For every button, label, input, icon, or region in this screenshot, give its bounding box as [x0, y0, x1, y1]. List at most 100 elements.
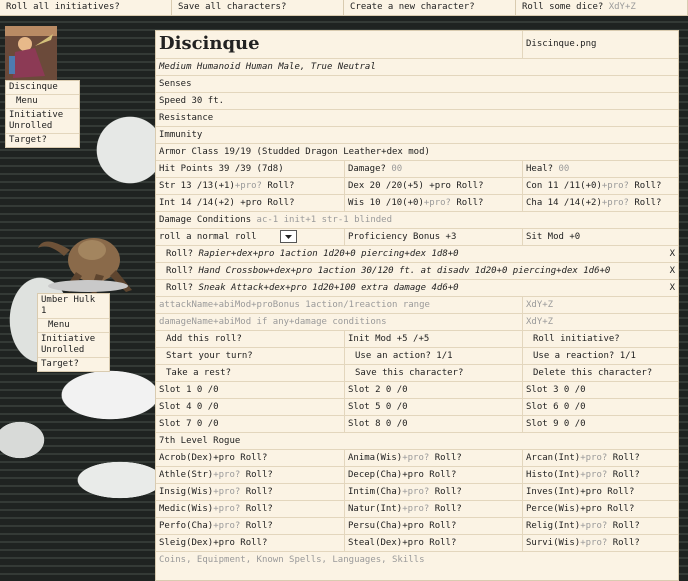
- skill-roll-button[interactable]: Roll?: [613, 453, 640, 463]
- skill-roll-button[interactable]: Roll?: [435, 453, 462, 463]
- skill-proficiency-toggle[interactable]: +pro?: [402, 487, 429, 497]
- new-damage-input[interactable]: damageName+abiMod if any+damage conditio…: [156, 314, 523, 330]
- proficiency-toggle[interactable]: +pro: [240, 198, 262, 208]
- spell-slot[interactable]: Slot 5 0 /0: [345, 399, 523, 415]
- ability-score[interactable]: Cha 14 /14(+2): [526, 198, 602, 208]
- attack-roll-button[interactable]: Roll?: [166, 283, 193, 293]
- situational-modifier[interactable]: Sit Mod +0: [523, 229, 678, 245]
- roll-mode-select[interactable]: roll a normal roll: [156, 229, 345, 245]
- armor-class-field[interactable]: Armor Class 19/19 (Studded Dragon Leathe…: [156, 144, 678, 160]
- skill-proficiency-toggle[interactable]: +pro?: [580, 538, 607, 548]
- new-attack-input[interactable]: attackName+abiMod+proBonus 1action/1reac…: [156, 297, 523, 313]
- delete-attack-icon[interactable]: X: [670, 246, 675, 262]
- spell-slot[interactable]: Slot 9 0 /0: [523, 416, 678, 432]
- skill-proficiency-toggle[interactable]: +pro?: [402, 453, 429, 463]
- roll-all-initiatives-button[interactable]: Roll all initiatives?: [0, 0, 172, 16]
- skill-proficiency-toggle[interactable]: +pro?: [213, 504, 240, 514]
- token-target-button[interactable]: Target?: [38, 358, 109, 371]
- create-character-button[interactable]: Create a new character?: [344, 0, 516, 16]
- token-menu-button[interactable]: Menu: [6, 95, 79, 109]
- token-name[interactable]: Umber Hulk 1: [38, 294, 109, 319]
- skill-roll-button[interactable]: Roll?: [240, 453, 267, 463]
- skill-proficiency-toggle[interactable]: +pro?: [402, 504, 429, 514]
- ability-score[interactable]: Dex 20 /20(+5): [348, 181, 424, 191]
- class-level[interactable]: 7th Level Rogue: [156, 433, 678, 449]
- delete-attack-icon[interactable]: X: [670, 263, 675, 279]
- skill-roll-button[interactable]: Roll?: [429, 470, 456, 480]
- ability-score[interactable]: Int 14 /14(+2): [159, 198, 235, 208]
- hit-points[interactable]: Hit Points 39 /39 (7d8): [156, 161, 345, 177]
- take-rest-button[interactable]: Take a rest?: [156, 365, 345, 381]
- skill-roll-button[interactable]: Roll?: [613, 470, 640, 480]
- delete-attack-icon[interactable]: X: [670, 280, 675, 296]
- damage-input[interactable]: 00: [391, 164, 402, 174]
- token-name[interactable]: Discinque: [6, 81, 79, 95]
- spell-slot[interactable]: Slot 4 0 /0: [156, 399, 345, 415]
- roll-button[interactable]: Roll?: [267, 198, 294, 208]
- immunity-field[interactable]: Immunity: [156, 127, 678, 143]
- skill-roll-button[interactable]: Roll?: [435, 487, 462, 497]
- notes-textarea[interactable]: Coins, Equipment, Known Spells, Language…: [156, 552, 678, 572]
- proficiency-toggle[interactable]: +pro: [429, 181, 451, 191]
- attack-roll-button[interactable]: Roll?: [166, 249, 193, 259]
- damage-conditions-value[interactable]: ac-1 init+1 str-1 blinded: [257, 215, 392, 225]
- skill-proficiency-toggle[interactable]: +pro?: [213, 470, 240, 480]
- start-turn-button[interactable]: Start your turn?: [156, 348, 345, 364]
- proficiency-toggle[interactable]: +pro?: [602, 198, 629, 208]
- skill-roll-button[interactable]: Roll?: [246, 470, 273, 480]
- use-action-button[interactable]: Use an action? 1/1: [345, 348, 523, 364]
- discinque-portrait[interactable]: [5, 26, 57, 80]
- delete-character-button[interactable]: Delete this character?: [523, 365, 678, 381]
- roll-dice-field[interactable]: Roll some dice? XdY+Z: [516, 0, 688, 16]
- skill-proficiency-toggle[interactable]: +pro?: [580, 521, 607, 531]
- spell-slot[interactable]: Slot 8 0 /0: [345, 416, 523, 432]
- skill-proficiency-toggle[interactable]: +pro: [402, 521, 424, 531]
- skill-roll-button[interactable]: Roll?: [246, 487, 273, 497]
- skill-roll-button[interactable]: Roll?: [429, 538, 456, 548]
- roll-button[interactable]: Roll?: [634, 198, 661, 208]
- skill-proficiency-toggle[interactable]: +pro: [402, 538, 424, 548]
- resistance-field[interactable]: Resistance: [156, 110, 678, 126]
- attack-description[interactable]: Hand Crossbow+dex+pro 1action 30/120 ft.…: [199, 266, 611, 276]
- save-character-button[interactable]: Save this character?: [345, 365, 523, 381]
- skill-proficiency-toggle[interactable]: +pro: [402, 470, 424, 480]
- use-reaction-button[interactable]: Use a reaction? 1/1: [523, 348, 678, 364]
- spell-slot[interactable]: Slot 6 0 /0: [523, 399, 678, 415]
- umber-hulk-portrait[interactable]: [34, 220, 134, 294]
- save-all-characters-button[interactable]: Save all characters?: [172, 0, 344, 16]
- skill-proficiency-toggle[interactable]: +pro: [213, 453, 235, 463]
- new-attack-dice-input[interactable]: XdY+Z: [523, 297, 678, 313]
- attack-description[interactable]: Rapier+dex+pro 1action 1d20+0 piercing+d…: [199, 249, 459, 259]
- roll-button[interactable]: Roll?: [634, 181, 661, 191]
- character-description[interactable]: Medium Humanoid Human Male, True Neutral: [156, 59, 678, 75]
- roll-initiative-button[interactable]: Roll initiative?: [523, 331, 678, 347]
- skill-roll-button[interactable]: Roll?: [246, 504, 273, 514]
- skill-proficiency-toggle[interactable]: +pro?: [580, 453, 607, 463]
- token-target-button[interactable]: Target?: [6, 134, 79, 147]
- proficiency-toggle[interactable]: +pro?: [235, 181, 262, 191]
- speed-field[interactable]: Speed 30 ft.: [156, 93, 678, 109]
- skill-proficiency-toggle[interactable]: +pro?: [213, 487, 240, 497]
- character-image-file[interactable]: Discinque.png: [523, 31, 678, 58]
- add-roll-button[interactable]: Add this roll?: [156, 331, 345, 347]
- ability-score[interactable]: Con 11 /11(+0): [526, 181, 602, 191]
- spell-slot[interactable]: Slot 3 0 /0: [523, 382, 678, 398]
- roll-button[interactable]: Roll?: [456, 198, 483, 208]
- skill-roll-button[interactable]: Roll?: [429, 521, 456, 531]
- roll-button[interactable]: Roll?: [267, 181, 294, 191]
- heal-field[interactable]: Heal? 00: [523, 161, 678, 177]
- new-damage-dice-input[interactable]: XdY+Z: [523, 314, 678, 330]
- attack-roll-button[interactable]: Roll?: [166, 266, 193, 276]
- skill-proficiency-toggle[interactable]: +pro: [580, 487, 602, 497]
- skill-roll-button[interactable]: Roll?: [246, 521, 273, 531]
- ability-score[interactable]: Wis 10 /10(+0): [348, 198, 424, 208]
- heal-input[interactable]: 00: [559, 164, 570, 174]
- damage-conditions[interactable]: Damage Conditions ac-1 init+1 str-1 blin…: [156, 212, 678, 228]
- spell-slot[interactable]: Slot 7 0 /0: [156, 416, 345, 432]
- initiative-modifier[interactable]: Init Mod +5 /+5: [345, 331, 523, 347]
- ability-score[interactable]: Str 13 /13(+1): [159, 181, 235, 191]
- skill-roll-button[interactable]: Roll?: [240, 538, 267, 548]
- dice-input-hint[interactable]: XdY+Z: [609, 2, 636, 12]
- damage-field[interactable]: Damage? 00: [345, 161, 523, 177]
- skill-proficiency-toggle[interactable]: +pro: [580, 504, 602, 514]
